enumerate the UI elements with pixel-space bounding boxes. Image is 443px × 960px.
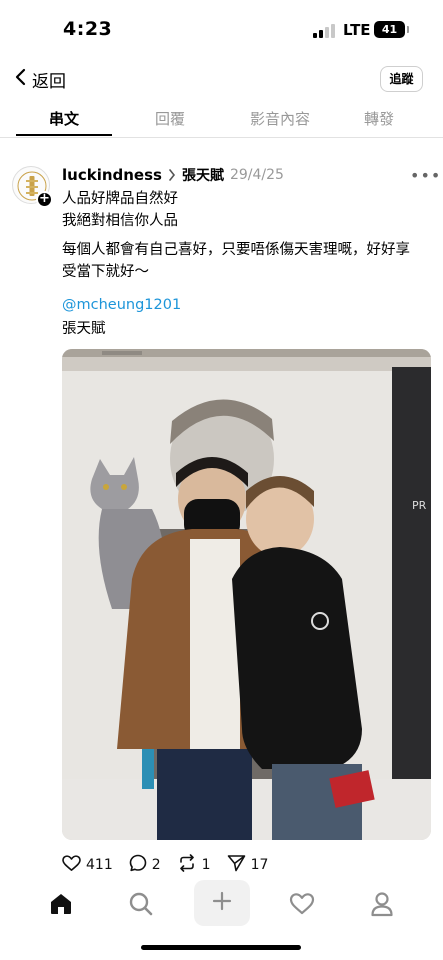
tab-media[interactable]: 影音內容 (228, 108, 332, 129)
compose-button[interactable] (194, 880, 250, 926)
post-text-line: 人品好牌品自然好 (62, 191, 178, 207)
activity-icon[interactable] (282, 884, 322, 924)
tab-replies[interactable]: 回覆 (122, 108, 218, 129)
follow-button[interactable]: 追蹤 (380, 66, 423, 92)
post-header: luckindness 張天賦 29/4/25 (62, 165, 284, 185)
profile-icon[interactable] (362, 884, 402, 924)
mention-link[interactable]: @mcheung1201 (62, 294, 181, 316)
network-type: LTE (343, 21, 371, 39)
back-button[interactable]: 返回 (14, 64, 66, 94)
post-text-line: 我絕對相信你人品 (62, 213, 178, 229)
more-options-icon[interactable]: ••• (410, 166, 441, 185)
back-label: 返回 (32, 71, 66, 92)
home-icon[interactable] (41, 884, 81, 924)
home-indicator (141, 945, 301, 950)
author-name[interactable]: luckindness (62, 166, 162, 184)
chevron-right-icon (168, 166, 176, 185)
status-bar: 4:23 LTE 41 (0, 0, 443, 58)
tab-reposts[interactable]: 轉發 (334, 108, 424, 129)
post-date: 29/4/25 (229, 167, 284, 183)
reply-to-name[interactable]: 張天賦 (182, 165, 224, 185)
post-text-line: 每個人都會有自己喜好，只要唔係傷天害理嘅，好好享 (62, 242, 410, 258)
cellular-signal-icon (313, 24, 335, 38)
chevron-left-icon (14, 68, 26, 90)
battery-tip (407, 26, 409, 33)
post-text-line: 受當下就好～ (62, 264, 149, 280)
plus-icon (212, 891, 232, 915)
tab-threads[interactable]: 串文 (16, 108, 112, 129)
svg-text:PR: PR (412, 499, 427, 512)
status-time: 4:23 (63, 18, 113, 40)
tagged-name: 張天賦 (62, 321, 106, 337)
nav-header: 返回 追蹤 (0, 58, 443, 100)
battery-level: 41 (381, 23, 398, 36)
post-photo[interactable]: PR (62, 349, 431, 840)
search-icon[interactable] (121, 884, 161, 924)
battery-icon: 41 (374, 21, 405, 38)
bottom-nav (0, 870, 443, 940)
active-tab-indicator (16, 134, 112, 136)
profile-tabs: 串文 回覆 影音內容 轉發 (0, 100, 443, 138)
follow-plus-icon[interactable]: + (36, 191, 53, 208)
